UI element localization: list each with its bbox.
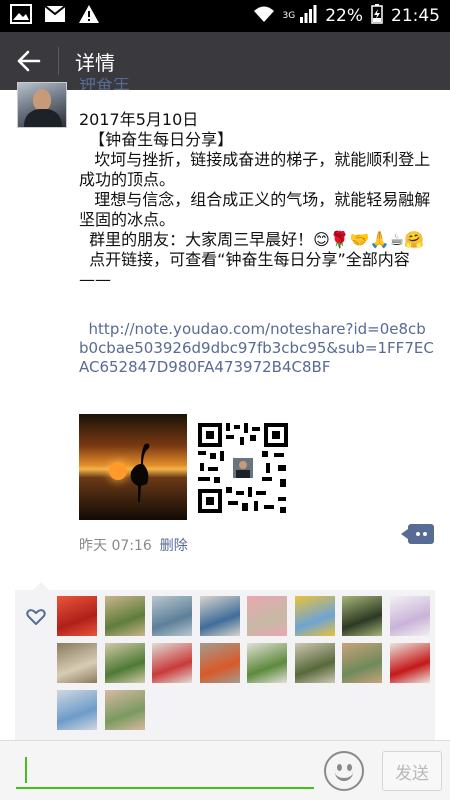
liker-avatar[interactable] [294,596,335,636]
wifi-icon [253,5,275,28]
comment-input-bar: 发送 [0,740,450,800]
likes-panel [15,582,435,740]
liker-avatar[interactable] [152,643,192,683]
liker-avatar[interactable] [247,643,287,683]
liker-avatar[interactable] [57,690,97,730]
sunset-heron-photo[interactable] [79,414,187,520]
liker-avatar[interactable] [247,596,287,636]
status-bar: 3G 22% 21:45 [0,0,450,32]
liker-avatar[interactable] [342,596,382,636]
image-icon [10,4,32,28]
liker-avatar[interactable] [199,596,240,636]
liker-avatar[interactable] [57,596,97,636]
liker-avatar[interactable] [294,643,335,683]
warning-icon [78,4,100,28]
liker-avatar[interactable] [199,643,240,683]
title-bar: 详情 [0,32,450,90]
post-link[interactable]: http://note.youdao.com/noteshare?id=0e8c… [79,320,434,377]
liker-avatar[interactable] [152,596,192,636]
dots-icon [416,532,420,536]
post-time: 昨天 07:16 [79,538,152,554]
title-divider [58,47,59,75]
author-avatar[interactable] [17,82,67,128]
post-text: 2017年5月10日 【钟奋生每日分享】 坎坷与挫折，链接成奋进的梯子，就能顺利… [79,110,431,289]
liker-avatar[interactable] [57,643,97,683]
arrow-left-icon [17,50,41,72]
comment-input[interactable] [16,753,314,789]
battery-percent: 22% [325,6,363,26]
liker-avatar[interactable] [104,643,145,683]
network-type: 3G [282,11,296,21]
battery-icon [371,3,383,29]
signal-icon [299,4,317,28]
post-meta: 昨天 07:16 删除 [79,535,188,555]
smiley-face-icon[interactable] [324,751,364,791]
comment-more-button[interactable] [401,524,434,544]
liker-avatar[interactable] [104,690,145,730]
liker-avatar[interactable] [342,643,382,683]
notification-icons [10,4,100,28]
liker-avatar[interactable] [389,643,430,683]
clock: 21:45 [391,6,440,26]
send-button[interactable]: 发送 [382,751,442,791]
system-status: 3G 22% 21:45 [253,3,440,29]
delete-button[interactable]: 删除 [160,535,188,555]
liker-avatar[interactable] [104,596,145,636]
text-cursor [25,757,27,783]
author-name[interactable]: 钟奋生 [79,78,130,90]
qr-code-image[interactable] [196,421,290,515]
liker-avatar[interactable] [389,596,430,636]
page-title: 详情 [75,50,115,75]
heart-outline-icon [26,609,46,625]
mail-icon [44,5,66,27]
